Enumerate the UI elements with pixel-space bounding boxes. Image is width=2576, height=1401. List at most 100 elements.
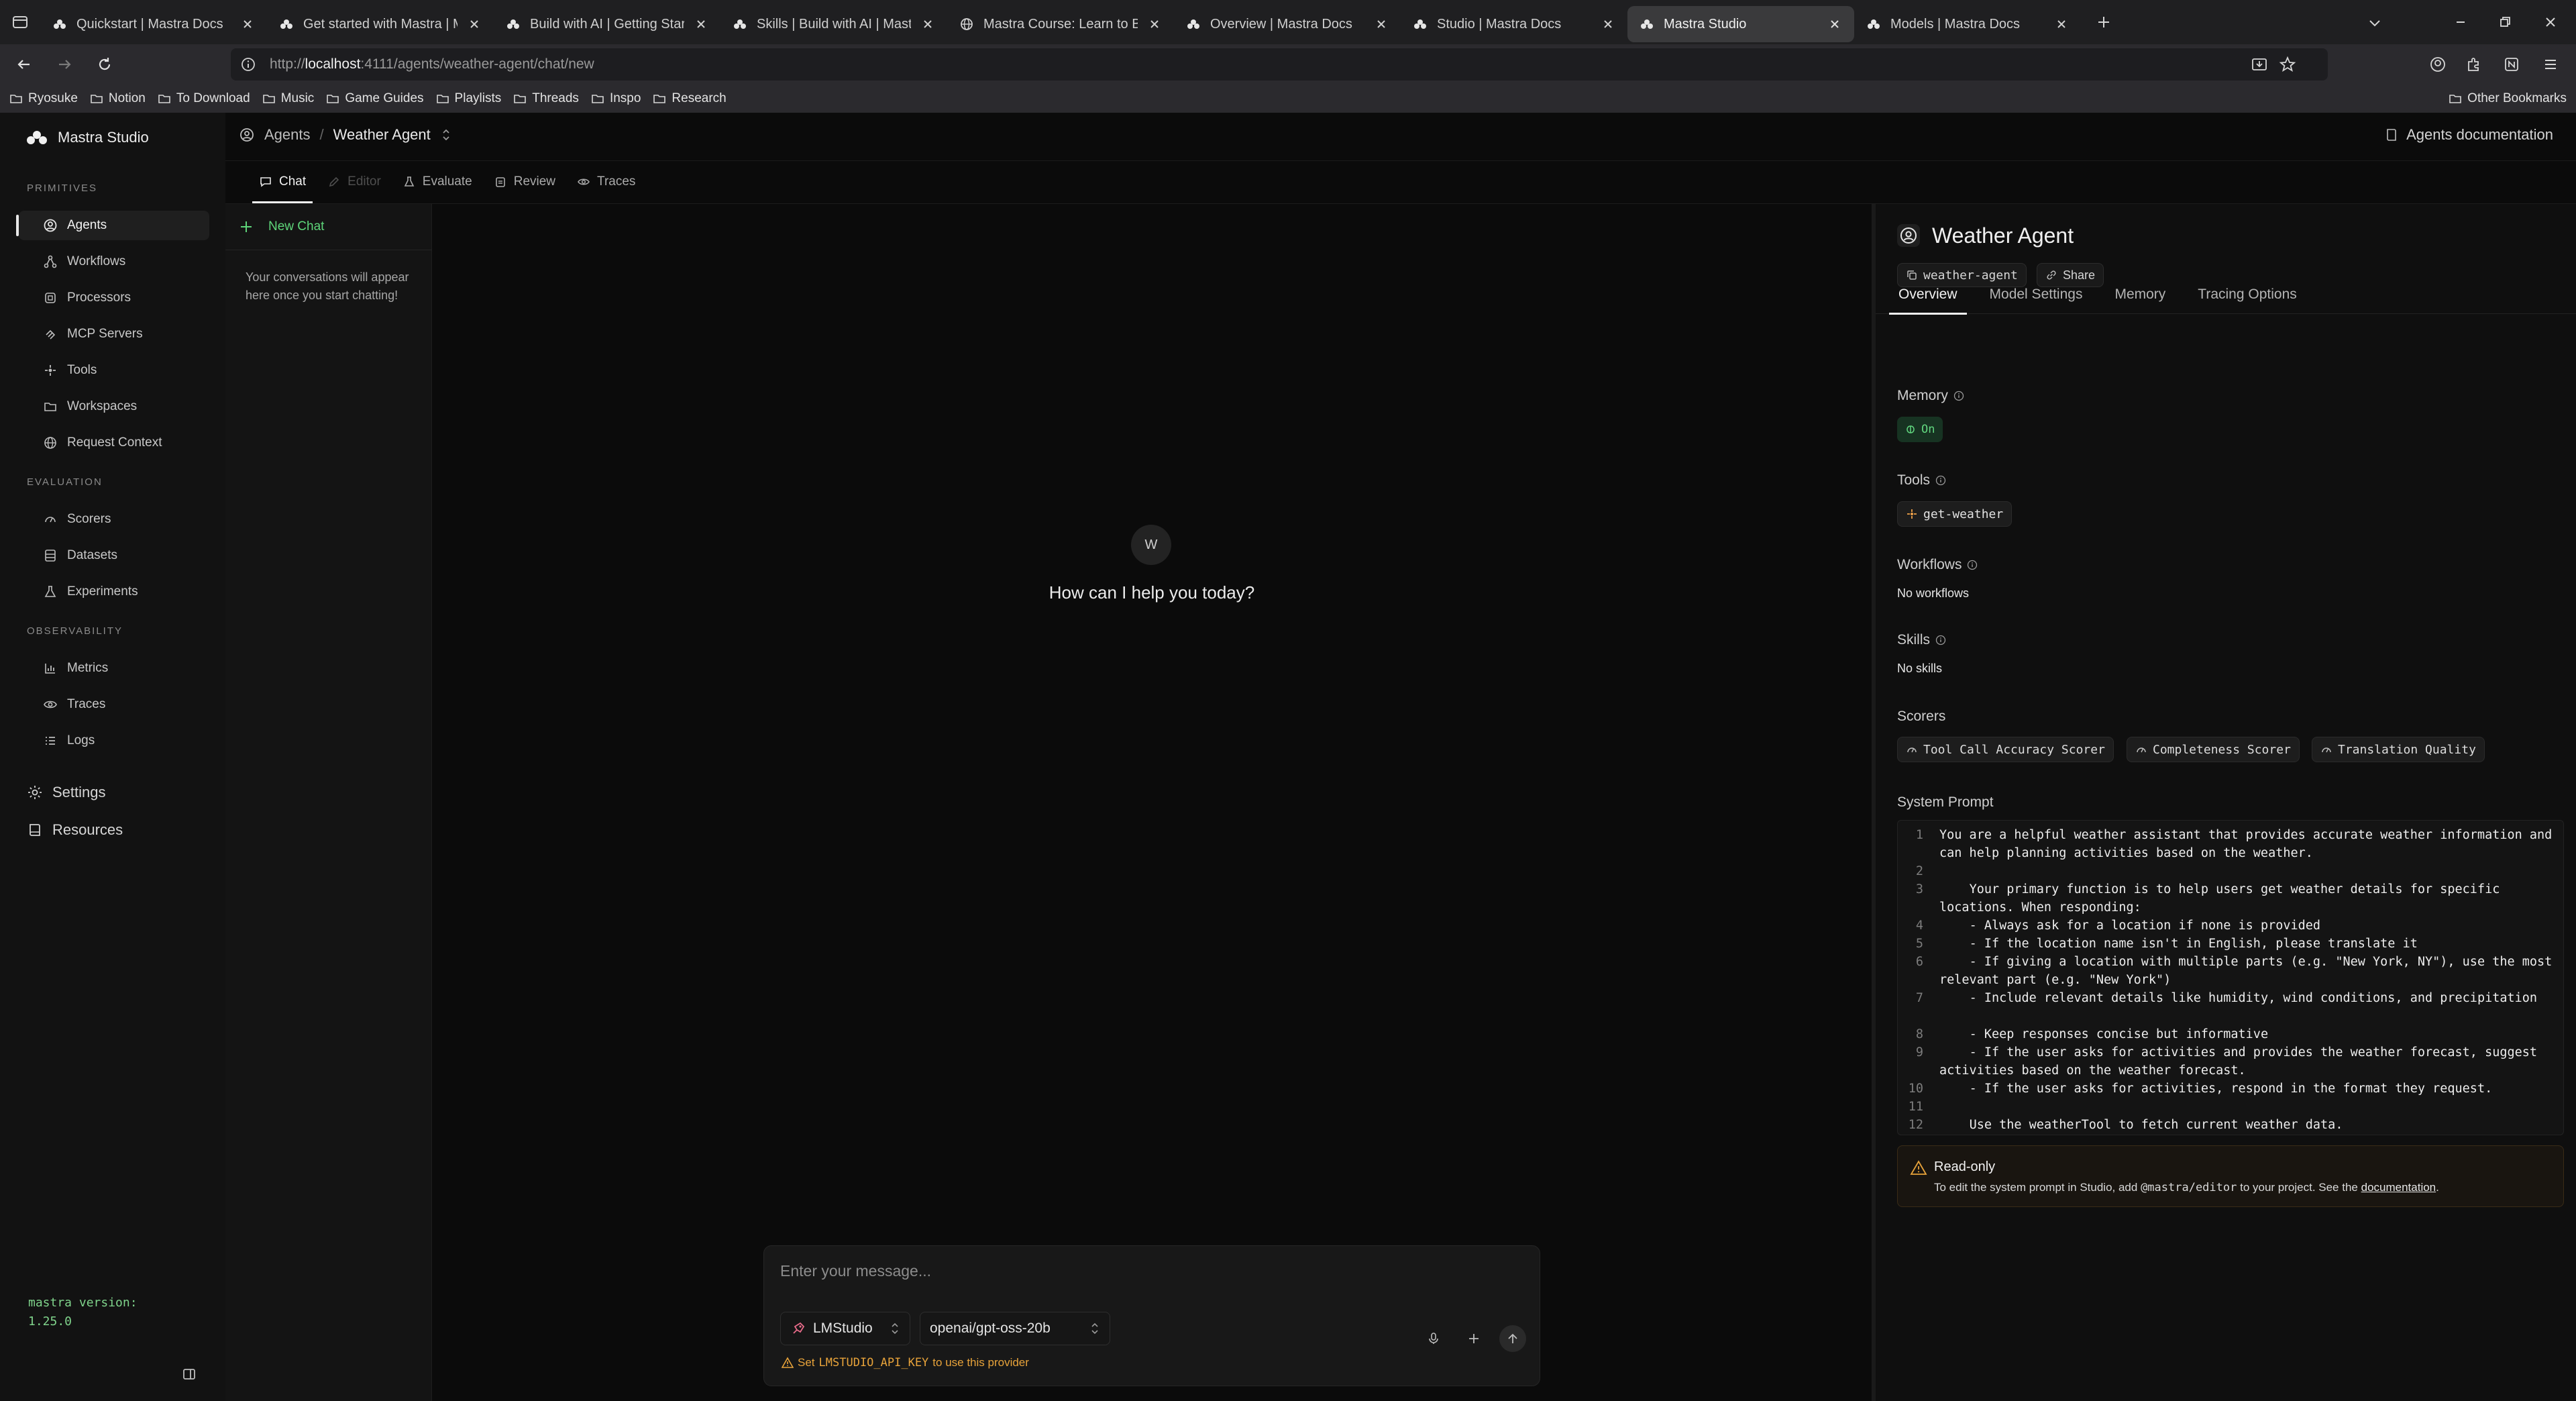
site-info-icon[interactable] [240, 56, 256, 72]
info-icon[interactable] [1935, 475, 1946, 486]
address-bar[interactable]: http://localhost:4111/agents/weather-age… [231, 48, 2328, 81]
tab-title: Skills | Build with AI | Mastra Do [757, 16, 911, 32]
browser-tab-active[interactable]: Mastra Studio [1627, 6, 1854, 42]
menu-button[interactable] [2538, 52, 2563, 76]
system-prompt-code[interactable]: 1 You are a helpful weather assistant tha… [1897, 820, 2564, 1135]
tab-model-settings[interactable]: Model Settings [1980, 275, 2092, 314]
close-icon[interactable] [920, 17, 935, 32]
bookmark-item[interactable]: Playlists [436, 91, 501, 106]
microphone-button[interactable] [1420, 1325, 1447, 1352]
notion-extension-button[interactable] [2500, 52, 2524, 76]
other-bookmarks[interactable]: Other Bookmarks [2449, 85, 2567, 113]
breadcrumb: Agents / Weather Agent [239, 126, 452, 144]
tab-overview[interactable]: Overview [1889, 275, 1967, 315]
sidebar-item-metrics[interactable]: Metrics [19, 654, 209, 683]
close-icon[interactable] [240, 17, 255, 32]
agents-documentation-link[interactable]: Agents documentation [2385, 126, 2553, 144]
bookmark-item[interactable]: Music [262, 91, 314, 106]
tab-list-button[interactable] [2361, 9, 2388, 36]
close-window-button[interactable] [2532, 7, 2569, 38]
bookmark-item[interactable]: Ryosuke [9, 91, 78, 106]
bookmark-item[interactable]: Inspo [591, 91, 641, 106]
close-icon[interactable] [1147, 17, 1162, 32]
browser-tab[interactable]: Build with AI | Getting Started | M [494, 6, 720, 42]
sidebar-item-logs[interactable]: Logs [19, 726, 209, 756]
close-icon[interactable] [2054, 17, 2069, 32]
tab-review[interactable]: Review [483, 160, 566, 203]
sidebar-item-workspaces[interactable]: Workspaces [19, 392, 209, 421]
minimize-button[interactable] [2442, 7, 2479, 38]
documentation-link[interactable]: documentation [2361, 1181, 2436, 1194]
mastra-logo-icon [27, 131, 47, 144]
tab-tracing-options[interactable]: Tracing Options [2188, 275, 2306, 314]
bookmark-item[interactable]: Research [653, 91, 727, 106]
sidebar-item-mcp-servers[interactable]: MCP Servers [19, 319, 209, 349]
breadcrumb-agents[interactable]: Agents [264, 126, 311, 144]
tab-traces[interactable]: Traces [566, 160, 646, 203]
scorer-chip[interactable]: Translation Quality [2312, 737, 2485, 762]
info-icon[interactable] [1953, 391, 1964, 401]
tool-chip-get-weather[interactable]: get-weather [1897, 501, 2012, 527]
model-select[interactable]: openai/gpt-oss-20b [920, 1312, 1110, 1345]
new-chat-button[interactable]: New Chat [239, 213, 324, 240]
bookmark-item[interactable]: Notion [90, 91, 146, 106]
browser-tab[interactable]: Get started with Mastra | Mastra [267, 6, 494, 42]
browser-tab[interactable]: Quickstart | Mastra Docs [40, 6, 267, 42]
close-icon[interactable] [694, 17, 708, 32]
breadcrumb-current[interactable]: Weather Agent [333, 126, 431, 144]
sidebar-item-scorers[interactable]: Scorers [19, 505, 209, 534]
close-icon[interactable] [467, 17, 482, 32]
close-icon[interactable] [1374, 17, 1389, 32]
sidebar-item-resources[interactable]: Resources [27, 821, 123, 839]
tab-chat[interactable]: Chat [248, 160, 317, 203]
tab-overview-button[interactable] [0, 0, 40, 44]
tab-editor: Editor [317, 160, 392, 203]
tab-evaluate[interactable]: Evaluate [392, 160, 483, 203]
browser-tab[interactable]: Mastra Course: Learn to Build AI [947, 6, 1174, 42]
sidebar-item-datasets[interactable]: Datasets [19, 541, 209, 570]
send-button[interactable] [1499, 1325, 1526, 1352]
sidebar-item-agents[interactable]: Agents [16, 211, 209, 240]
close-icon[interactable] [1827, 17, 1842, 32]
sidebar-item-settings[interactable]: Settings [27, 784, 106, 801]
browser-tab[interactable]: Models | Mastra Docs [1854, 6, 2081, 42]
info-icon[interactable] [1967, 560, 1978, 570]
provider-select[interactable]: LMStudio [780, 1312, 910, 1345]
chevron-updown-icon[interactable] [440, 127, 452, 142]
browser-tab[interactable]: Overview | Mastra Docs [1174, 6, 1401, 42]
info-icon[interactable] [1935, 635, 1946, 645]
scorer-chip[interactable]: Tool Call Accuracy Scorer [1897, 737, 2114, 762]
scorer-chip[interactable]: Completeness Scorer [2127, 737, 2300, 762]
collapse-sidebar-button[interactable] [180, 1365, 199, 1384]
reload-button[interactable] [89, 48, 121, 81]
browser-tab[interactable]: Skills | Build with AI | Mastra Do [720, 6, 947, 42]
forward-button[interactable] [48, 48, 80, 81]
brand[interactable]: Mastra Studio [25, 129, 149, 146]
sidebar-item-tools[interactable]: Tools [19, 356, 209, 385]
sidebar-item-label: Tools [67, 363, 97, 377]
sidebar-item-request-context[interactable]: Request Context [19, 428, 209, 458]
close-icon[interactable] [1601, 17, 1615, 32]
sidebar-item-processors[interactable]: Processors [19, 283, 209, 313]
message-input[interactable]: Enter your message... [780, 1262, 931, 1280]
extensions-button[interactable] [2462, 52, 2486, 76]
model-label: openai/gpt-oss-20b [930, 1320, 1051, 1336]
sidebar-item-experiments[interactable]: Experiments [19, 577, 209, 607]
chevron-updown-icon [1091, 1322, 1098, 1335]
memory-label: Memory [1897, 388, 1964, 404]
restore-button[interactable] [2486, 7, 2524, 38]
bookmark-item[interactable]: Game Guides [326, 91, 424, 106]
bookmark-star-button[interactable] [2275, 52, 2300, 76]
install-app-button[interactable] [2247, 52, 2271, 76]
bookmark-item[interactable]: Threads [513, 91, 579, 106]
browser-tab[interactable]: Studio | Mastra Docs [1401, 6, 1627, 42]
bookmark-item[interactable]: To Download [158, 91, 250, 106]
back-button[interactable] [8, 48, 40, 81]
sidebar-item-traces[interactable]: Traces [19, 690, 209, 719]
sidebar-item-workflows[interactable]: Workflows [19, 247, 209, 276]
agent-title: Weather Agent [1896, 223, 2074, 248]
new-tab-button[interactable] [2084, 4, 2124, 40]
tab-memory[interactable]: Memory [2105, 275, 2175, 314]
account-button[interactable] [2426, 52, 2450, 76]
attach-button[interactable] [1460, 1325, 1487, 1352]
